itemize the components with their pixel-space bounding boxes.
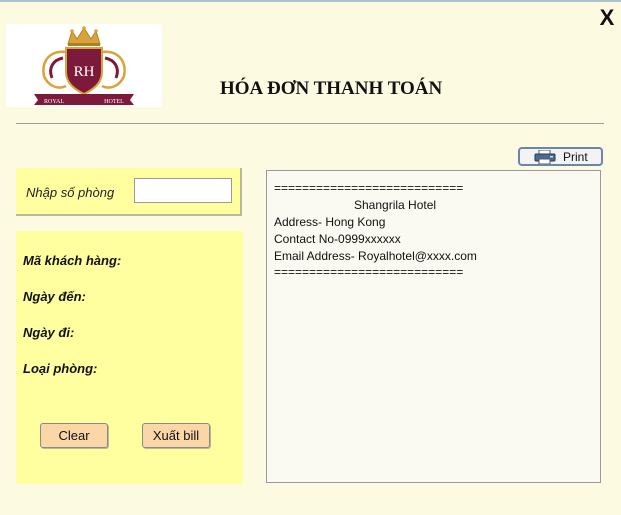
receipt-contact: Contact No-0999xxxxxx (274, 232, 401, 246)
printer-icon (534, 149, 556, 167)
print-button-label: Print (563, 150, 588, 164)
hotel-logo: RH ROYAL HOTEL (6, 24, 162, 107)
close-button[interactable]: X (597, 6, 617, 30)
customer-id-label: Mã khách hàng: (23, 253, 122, 268)
room-number-label: Nhập số phòng (26, 185, 115, 200)
departure-date-label: Ngày đi: (23, 325, 75, 340)
receipt-address: Address- Hong Kong (274, 215, 386, 229)
window-top-border (0, 0, 621, 2)
room-number-input[interactable] (134, 178, 232, 203)
header-divider (16, 123, 604, 124)
logo-monogram: RH (74, 64, 95, 80)
clear-button[interactable]: Clear (40, 423, 108, 448)
logo-left-word: ROYAL (44, 99, 64, 105)
print-button[interactable]: Print (518, 147, 603, 166)
page-title: HÓA ĐƠN THANH TOÁN (220, 78, 443, 99)
logo-right-word: HOTEL (104, 99, 124, 105)
hotel-logo-graphic: RH ROYAL HOTEL (34, 26, 134, 105)
bill-preview-textarea[interactable]: =========================== Shangrila Ho… (266, 170, 601, 483)
receipt-separator-top: =========================== (274, 181, 464, 195)
arrival-date-label: Ngày đến: (23, 289, 86, 304)
room-number-panel: Nhập số phòng (16, 168, 242, 216)
export-bill-button[interactable]: Xuất bill (142, 423, 210, 448)
room-type-label: Loại phòng: (23, 361, 98, 376)
receipt-hotel-name: Shangrila Hotel (354, 198, 437, 212)
receipt-separator-bottom: =========================== (274, 265, 464, 279)
customer-info-panel: Mã khách hàng: Ngày đến: Ngày đi: Loại p… (16, 231, 243, 484)
receipt-email: Email Address- Royalhotel@xxxx.com (274, 249, 477, 263)
